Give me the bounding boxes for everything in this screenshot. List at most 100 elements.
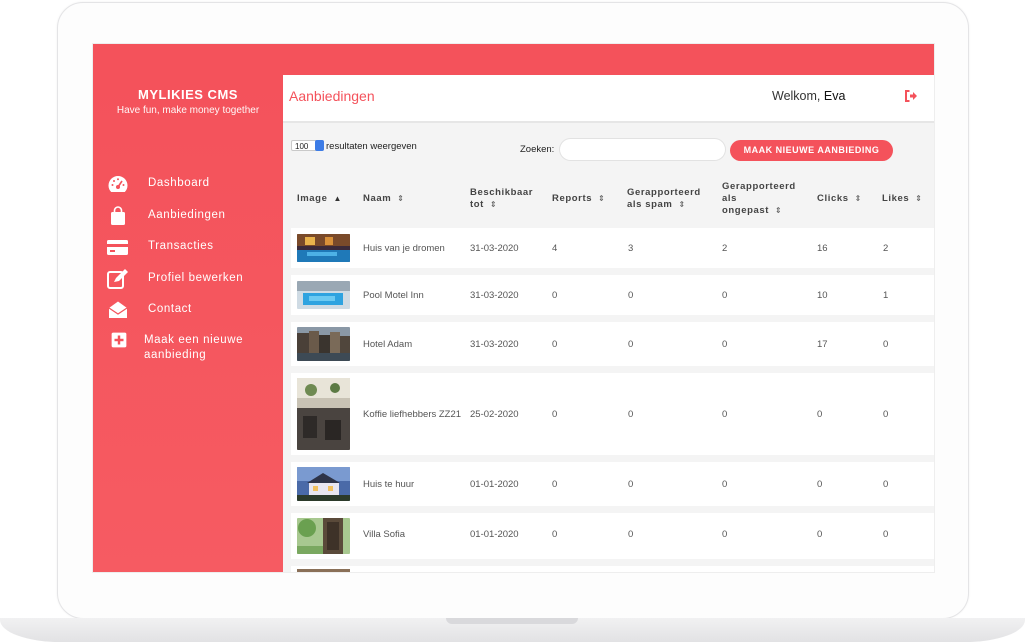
column-header-naam[interactable]: Naam ⇕ [363, 193, 404, 205]
page-title: Aanbiedingen [289, 88, 375, 104]
page-length-select[interactable]: 100 [291, 140, 324, 151]
table-row[interactable]: Hotel Adam 31-03-2020 0 0 0 17 0 [291, 322, 934, 366]
sign-out-icon[interactable] [904, 89, 918, 103]
cell-date: 31-03-2020 [470, 339, 519, 350]
select-arrows-icon [315, 140, 324, 151]
column-header-spam[interactable]: Gerapporteerd als spam ⇕ [627, 187, 701, 211]
cell-date: 31-03-2020 [470, 290, 519, 301]
sort-icon: ⇕ [598, 194, 605, 203]
cell-date: 31-03-2020 [470, 243, 519, 254]
sort-icon: ⇕ [489, 200, 497, 209]
top-bar [93, 44, 934, 75]
column-header-label: tot [470, 199, 484, 210]
cell-name: Pool Motel Inn [363, 290, 424, 301]
column-header-label: als [722, 193, 738, 204]
table-row[interactable]: Koffie liefhebbers ZZ21 25-02-2020 0 0 0… [291, 373, 934, 455]
brand-title: MYLIKIES CMS [138, 87, 238, 102]
sidebar-item-label: Maak een nieuwe aanbieding [144, 334, 244, 361]
sidebar-item-label: Dashboard [148, 177, 210, 189]
sort-icon: ⇕ [915, 194, 922, 203]
cell-likes: 0 [883, 409, 889, 420]
column-header-clicks[interactable]: Clicks ⇕ [817, 193, 861, 205]
sidebar: MYLIKIES CMS Have fun, make money togeth… [93, 75, 283, 572]
cell-reports: 0 [552, 529, 558, 540]
cell-spam: 0 [628, 529, 634, 540]
cell-date: 25-02-2020 [470, 409, 519, 420]
cell-reports: 0 [552, 290, 558, 301]
sort-icon: ⇕ [775, 206, 782, 215]
column-header-label: Clicks [817, 193, 849, 204]
canal-houses-photo [297, 327, 350, 361]
cell-clicks: 17 [817, 339, 828, 350]
cell-likes: 2 [883, 243, 889, 254]
column-header-label: Gerapporteerd [627, 187, 701, 198]
user-name: Eva [823, 89, 846, 103]
table-row[interactable]: Pool Motel Inn 31-03-2020 0 0 0 10 1 [291, 275, 934, 315]
table-row[interactable]: Villa Sofia 01-01-2020 0 0 0 0 0 [291, 513, 934, 559]
sidebar-item-contact[interactable]: Contact [107, 298, 283, 322]
table-row[interactable]: Huis van je dromen 31-03-2020 4 3 2 16 2 [291, 228, 934, 268]
sidebar-item-profiel-bewerken[interactable]: Profiel bewerken [107, 267, 283, 291]
column-header-image[interactable]: Image ▲ [297, 193, 341, 205]
cell-improper: 0 [722, 339, 728, 350]
cell-spam: 0 [628, 339, 634, 350]
cell-clicks: 0 [817, 529, 823, 540]
search-label: Zoeken: [520, 144, 555, 155]
column-header-label: Reports [552, 193, 593, 204]
cell-clicks: 10 [817, 290, 828, 301]
credit-card-icon [107, 240, 128, 255]
sidebar-item-aanbiedingen[interactable]: Aanbiedingen [107, 204, 283, 228]
column-header-label: Gerapporteerd [722, 181, 796, 192]
welcome-text: Welkom, Eva [772, 89, 845, 103]
cell-spam: 3 [628, 243, 634, 254]
new-offer-button[interactable]: MAAK NIEUWE AANBIEDING [730, 140, 893, 161]
cell-reports: 0 [552, 409, 558, 420]
coffee-bar-interior-photo [297, 378, 350, 450]
house-dusk-photo [297, 467, 350, 501]
cell-likes: 0 [883, 529, 889, 540]
partial-photo [297, 569, 350, 572]
main-content: Aanbiedingen Welkom, Eva 100 resultaten … [283, 75, 934, 572]
cell-reports: 0 [552, 339, 558, 350]
cell-name: Koffie liefhebbers ZZ21 [363, 409, 462, 420]
column-header-likes[interactable]: Likes ⇕ [882, 193, 922, 205]
brand-subtitle: Have fun, make money together [116, 105, 260, 116]
table-row-partial [291, 566, 934, 572]
cell-name: Huis te huur [363, 479, 415, 490]
cell-improper: 0 [722, 479, 728, 490]
cell-improper: 0 [722, 290, 728, 301]
column-header-label: Beschikbaar [470, 187, 534, 198]
cell-spam: 0 [628, 479, 634, 490]
cell-clicks: 16 [817, 243, 828, 254]
edit-icon [107, 269, 128, 289]
cell-clicks: 0 [817, 479, 823, 490]
column-header-reports[interactable]: Reports ⇕ [552, 193, 605, 205]
sidebar-item-nieuwe-aanbieding[interactable]: Maak een nieuwe aanbieding [107, 329, 283, 363]
column-header-ongepast[interactable]: Gerapporteerd als ongepast ⇕ [722, 181, 796, 217]
app-screen: MYLIKIES CMS Have fun, make money togeth… [93, 44, 934, 572]
column-header-label: Likes [882, 193, 910, 204]
column-header-label: Image [297, 193, 328, 204]
page-length-label: resultaten weergeven [326, 141, 417, 152]
cell-reports: 0 [552, 479, 558, 490]
table-row[interactable]: Huis te huur 01-01-2020 0 0 0 0 0 [291, 462, 934, 506]
sidebar-item-transacties[interactable]: Transacties [107, 235, 283, 259]
search-input[interactable] [560, 139, 725, 160]
cell-name: Villa Sofia [363, 529, 406, 540]
garden-door-photo [297, 518, 350, 554]
column-header-label: als spam [627, 199, 673, 210]
page-header: Aanbiedingen Welkom, Eva [283, 75, 934, 123]
welcome-prefix: Welkom, [772, 89, 821, 103]
envelope-open-icon [108, 301, 128, 318]
sort-icon: ⇕ [397, 194, 404, 203]
cell-date: 01-01-2020 [470, 529, 519, 540]
sort-icon: ⇕ [854, 194, 862, 203]
cell-reports: 4 [552, 243, 558, 254]
indoor-pool-photo [297, 281, 350, 309]
cell-spam: 0 [628, 409, 634, 420]
cell-date: 01-01-2020 [470, 479, 519, 490]
column-header-beschikbaar[interactable]: Beschikbaar tot ⇕ [470, 187, 533, 211]
sidebar-item-dashboard[interactable]: Dashboard [107, 172, 283, 196]
sort-asc-icon: ▲ [333, 194, 342, 203]
sidebar-item-label: Contact [148, 303, 192, 315]
